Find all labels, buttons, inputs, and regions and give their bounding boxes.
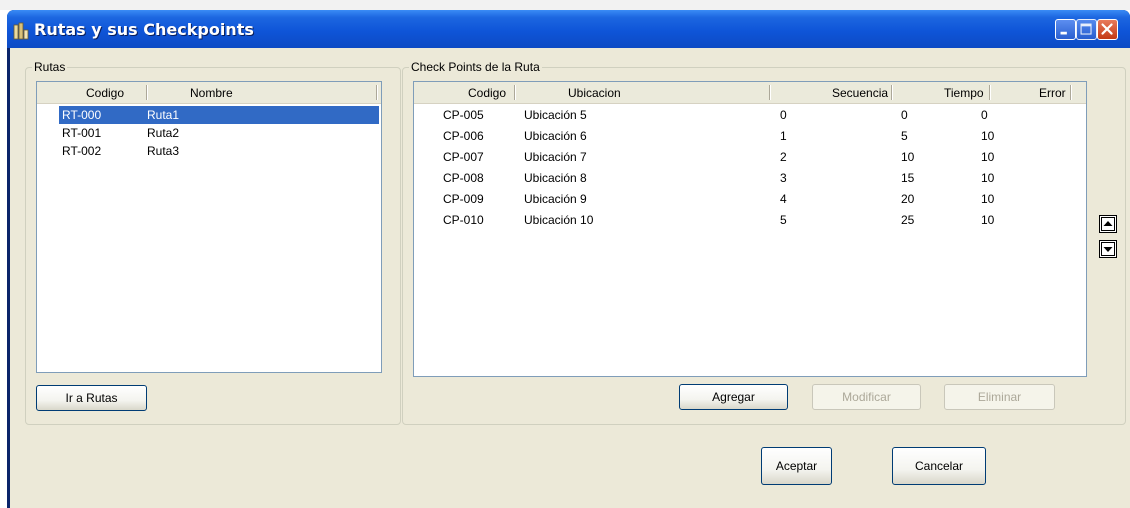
checkpoints-group-label: Check Points de la Ruta: [409, 60, 542, 74]
window-title: Rutas y sus Checkpoints: [34, 20, 254, 39]
cancelar-button[interactable]: Cancelar: [892, 447, 986, 485]
cp-tiempo: 0: [981, 108, 988, 122]
cp-codigo: CP-008: [443, 171, 484, 185]
cp-codigo: CP-010: [443, 213, 484, 227]
modificar-button[interactable]: Modificar: [812, 384, 921, 410]
cp-secuencia: 25: [901, 213, 915, 227]
rutas-group: Rutas Codigo Nombre RT-000 Ruta1 RT-001 …: [25, 60, 401, 425]
close-button[interactable]: [1097, 19, 1118, 40]
cp-ubicacion: Ubicación 5: [524, 108, 587, 122]
move-up-button[interactable]: [1099, 215, 1117, 233]
rutas-header: Codigo Nombre: [37, 82, 381, 104]
cp-col-codigo[interactable]: Codigo: [468, 86, 506, 100]
minimize-icon: [1060, 31, 1067, 35]
cp-tiempo: 10: [981, 213, 995, 227]
ruta-codigo: RT-000: [62, 108, 102, 122]
dialog-window: Rutas y sus Checkpoints Rutas Codigo Nom…: [7, 10, 1130, 508]
minimize-button[interactable]: [1055, 19, 1076, 40]
arrow-up-icon: [1101, 217, 1115, 231]
ruta-nombre: Ruta2: [147, 126, 180, 140]
cp-col3: 5: [780, 213, 787, 227]
cp-col-error[interactable]: Error: [1039, 86, 1066, 100]
cp-ubicacion: Ubicación 6: [524, 129, 587, 143]
cp-col3: 3: [780, 171, 787, 185]
table-row[interactable]: CP-005 Ubicación 5 0 0 0: [414, 106, 1086, 124]
rutas-col-codigo[interactable]: Codigo: [86, 86, 124, 100]
cp-col-tiempo[interactable]: Tiempo: [944, 86, 984, 100]
close-icon: [1101, 23, 1113, 35]
ruta-nombre: Ruta3: [147, 144, 180, 158]
table-row[interactable]: RT-001 Ruta2: [59, 124, 379, 142]
rutas-list[interactable]: Codigo Nombre RT-000 Ruta1 RT-001 Ruta2 …: [36, 81, 382, 373]
table-row[interactable]: CP-007 Ubicación 7 2 10 10: [414, 148, 1086, 166]
ruta-nombre: Ruta1: [147, 108, 180, 122]
checkpoints-header: Codigo Ubicacion Secuencia Tiempo Error: [414, 82, 1086, 104]
eliminar-button[interactable]: Eliminar: [944, 384, 1055, 410]
cp-col3: 2: [780, 150, 787, 164]
cp-codigo: CP-009: [443, 192, 484, 206]
table-row[interactable]: RT-000 Ruta1: [59, 106, 379, 124]
title-bar[interactable]: Rutas y sus Checkpoints: [7, 10, 1130, 48]
maximize-button[interactable]: [1076, 19, 1097, 40]
cp-col-secuencia[interactable]: Secuencia: [832, 86, 888, 100]
cp-col3: 0: [780, 108, 787, 122]
cp-secuencia: 0: [901, 108, 908, 122]
cp-secuencia: 15: [901, 171, 915, 185]
background-strip: [0, 0, 1130, 10]
aceptar-button[interactable]: Aceptar: [761, 447, 832, 485]
dialog-body: Rutas Codigo Nombre RT-000 Ruta1 RT-001 …: [10, 48, 1130, 508]
arrow-down-icon: [1101, 242, 1115, 256]
maximize-icon: [1080, 23, 1092, 35]
cp-col-ubicacion[interactable]: Ubicacion: [568, 86, 621, 100]
agregar-button[interactable]: Agregar: [679, 384, 788, 410]
move-down-button[interactable]: [1099, 240, 1117, 258]
cp-secuencia: 10: [901, 150, 915, 164]
ruta-codigo: RT-002: [62, 144, 102, 158]
cp-ubicacion: Ubicación 8: [524, 171, 587, 185]
cp-col3: 4: [780, 192, 787, 206]
cp-ubicacion: Ubicación 7: [524, 150, 587, 164]
cp-col3: 1: [780, 129, 787, 143]
ir-a-rutas-button[interactable]: Ir a Rutas: [36, 385, 147, 411]
cp-codigo: CP-007: [443, 150, 484, 164]
cp-tiempo: 10: [981, 150, 995, 164]
table-row[interactable]: CP-009 Ubicación 9 4 20 10: [414, 190, 1086, 208]
table-row[interactable]: CP-008 Ubicación 8 3 15 10: [414, 169, 1086, 187]
rutas-col-nombre[interactable]: Nombre: [190, 86, 233, 100]
rutas-group-label: Rutas: [32, 60, 68, 74]
cp-secuencia: 20: [901, 192, 915, 206]
cp-codigo: CP-006: [443, 129, 484, 143]
checkpoints-group: Check Points de la Ruta Codigo Ubicacion…: [402, 60, 1126, 425]
app-icon: [13, 22, 29, 40]
cp-ubicacion: Ubicación 9: [524, 192, 587, 206]
checkpoints-list[interactable]: Codigo Ubicacion Secuencia Tiempo Error …: [413, 81, 1087, 377]
cp-tiempo: 10: [981, 171, 995, 185]
cp-codigo: CP-005: [443, 108, 484, 122]
table-row[interactable]: CP-010 Ubicación 10 5 25 10: [414, 211, 1086, 229]
table-row[interactable]: CP-006 Ubicación 6 1 5 10: [414, 127, 1086, 145]
cp-ubicacion: Ubicación 10: [524, 213, 594, 227]
table-row[interactable]: RT-002 Ruta3: [59, 142, 379, 160]
cp-tiempo: 10: [981, 192, 995, 206]
cp-secuencia: 5: [901, 129, 908, 143]
cp-tiempo: 10: [981, 129, 995, 143]
ruta-codigo: RT-001: [62, 126, 102, 140]
